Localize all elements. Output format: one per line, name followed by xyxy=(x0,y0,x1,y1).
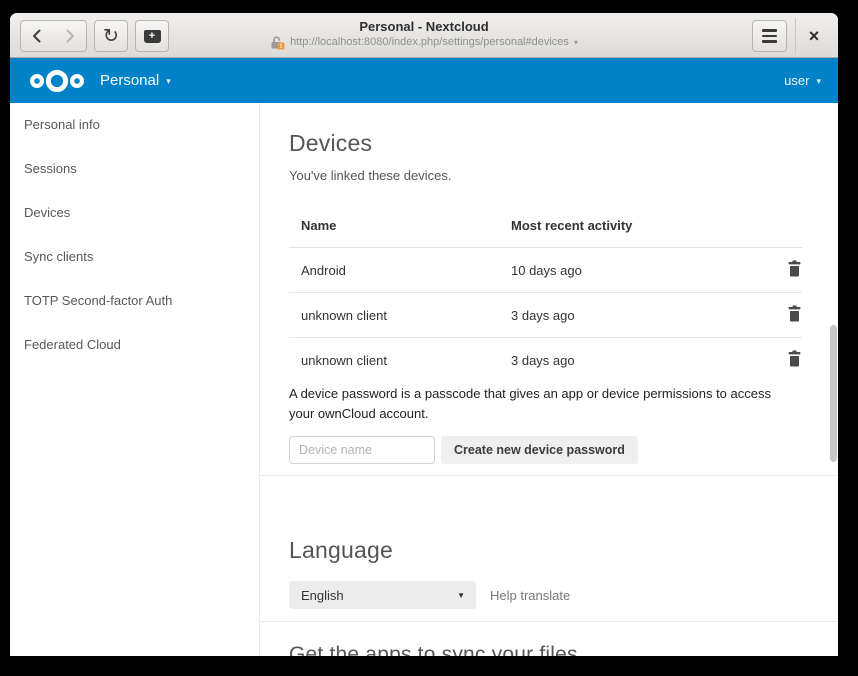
column-header-activity: Most recent activity xyxy=(499,206,750,248)
devices-section-subtitle: You've linked these devices. xyxy=(289,168,809,183)
devices-table: Name Most recent activity Android 10 day… xyxy=(289,206,802,382)
apps-section-title: Get the apps to sync your files xyxy=(289,622,809,656)
device-activity: 3 days ago xyxy=(499,293,750,338)
user-menu[interactable]: user ▾ xyxy=(784,73,821,88)
delete-device-button[interactable] xyxy=(787,260,802,277)
forward-icon xyxy=(64,28,76,44)
nextcloud-header: Personal ▾ user ▾ xyxy=(10,58,838,103)
device-name-input[interactable] xyxy=(289,436,435,464)
language-section-title: Language xyxy=(289,476,809,564)
delete-device-button[interactable] xyxy=(787,305,802,322)
devices-table-header-row: Name Most recent activity xyxy=(289,206,802,248)
svg-text:!: ! xyxy=(280,43,282,50)
reload-icon: ↻ xyxy=(103,25,119,47)
insecure-lock-icon: ! xyxy=(270,35,285,50)
select-caret-icon: ▼ xyxy=(457,591,465,600)
user-menu-caret-icon: ▾ xyxy=(816,74,821,87)
devices-section-title: Devices xyxy=(289,103,809,157)
device-name: Android xyxy=(289,248,499,293)
sidebar-item-sessions[interactable]: Sessions xyxy=(10,147,259,191)
close-icon: × xyxy=(809,26,820,47)
sidebar-item-federated-cloud[interactable]: Federated Cloud xyxy=(10,323,259,367)
language-section: Language English ▼ Help translate xyxy=(260,476,838,609)
new-tab-icon: + xyxy=(144,30,161,43)
device-name: unknown client xyxy=(289,338,499,383)
back-icon xyxy=(31,28,43,44)
titlebar-separator xyxy=(795,18,796,54)
delete-device-button[interactable] xyxy=(787,350,802,367)
app-menu-label: Personal xyxy=(100,72,159,89)
back-button[interactable] xyxy=(20,20,54,52)
device-activity: 10 days ago xyxy=(499,248,750,293)
app-menu-caret-icon: ▾ xyxy=(166,74,171,87)
hamburger-icon xyxy=(762,29,777,32)
forward-button[interactable] xyxy=(53,20,87,52)
address-bar[interactable]: ! http://localhost:8080/index.php/settin… xyxy=(190,35,658,50)
scrollbar-thumb[interactable] xyxy=(830,325,837,462)
sidebar-item-devices[interactable]: Devices xyxy=(10,191,259,235)
sidebar-item-totp[interactable]: TOTP Second-factor Auth xyxy=(10,279,259,323)
new-tab-button[interactable]: + xyxy=(135,20,169,52)
column-header-name: Name xyxy=(289,206,499,248)
browser-titlebar: ↻ + Personal - Nextcloud ! http://localh… xyxy=(10,13,838,58)
page-title: Personal - Nextcloud xyxy=(190,18,658,35)
device-activity: 3 days ago xyxy=(499,338,750,383)
trash-icon xyxy=(787,305,802,322)
language-selected-value: English xyxy=(301,588,344,603)
settings-body: Personal info Sessions Devices Sync clie… xyxy=(10,103,838,656)
sidebar-item-personal-info[interactable]: Personal info xyxy=(10,103,259,147)
device-password-form: Create new device password xyxy=(289,436,809,464)
apps-section: Get the apps to sync your files xyxy=(260,622,838,656)
device-password-hint: A device password is a passcode that giv… xyxy=(289,384,781,424)
help-translate-link[interactable]: Help translate xyxy=(490,588,570,603)
url-dropdown-icon: ▾ xyxy=(574,35,578,50)
app-menu[interactable]: Personal ▾ xyxy=(100,72,171,89)
sidebar-item-sync-clients[interactable]: Sync clients xyxy=(10,235,259,279)
url-text: http://localhost:8080/index.php/settings… xyxy=(290,35,569,50)
user-menu-label: user xyxy=(784,73,809,88)
device-name: unknown client xyxy=(289,293,499,338)
device-row: Android 10 days ago xyxy=(289,248,802,293)
close-button[interactable]: × xyxy=(798,20,830,52)
nextcloud-logo-icon xyxy=(25,68,89,94)
settings-sidebar: Personal info Sessions Devices Sync clie… xyxy=(10,103,260,656)
devices-section: Devices You've linked these devices. Nam… xyxy=(260,103,838,464)
browser-window: ↻ + Personal - Nextcloud ! http://localh… xyxy=(10,13,838,656)
titlebar-center: Personal - Nextcloud ! http://localhost:… xyxy=(190,18,658,50)
device-row: unknown client 3 days ago xyxy=(289,293,802,338)
create-device-password-button[interactable]: Create new device password xyxy=(441,436,638,464)
device-row: unknown client 3 days ago xyxy=(289,338,802,383)
menu-button[interactable] xyxy=(752,20,787,52)
settings-main: Devices You've linked these devices. Nam… xyxy=(260,103,838,656)
reload-button[interactable]: ↻ xyxy=(94,20,128,52)
trash-icon xyxy=(787,260,802,277)
trash-icon xyxy=(787,350,802,367)
language-select[interactable]: English ▼ xyxy=(289,581,476,609)
